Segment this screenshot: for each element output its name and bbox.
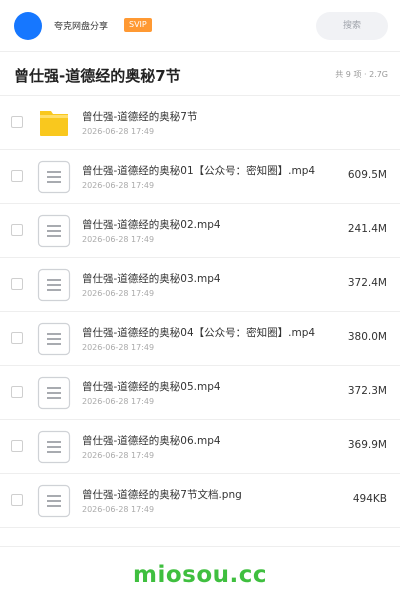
file-size: 609.5M bbox=[347, 169, 387, 181]
file-size: 369.9M bbox=[347, 439, 387, 451]
file-date: 2026-06-28 17:49 bbox=[82, 451, 155, 460]
top-bar: 夸克网盘分享 SVIP 搜索 bbox=[0, 0, 400, 52]
file-size: 380.0M bbox=[347, 331, 387, 343]
folder-meta: 共 9 项 · 2.7G bbox=[335, 70, 388, 79]
document-icon bbox=[37, 268, 71, 302]
list-item[interactable]: 曾仕强-道德经的奥秘05.mp4 2026-06-28 17:49 372.3M bbox=[0, 366, 400, 420]
document-icon bbox=[37, 376, 71, 410]
file-date: 2026-06-28 17:49 bbox=[82, 397, 155, 406]
file-size: 494KB bbox=[352, 493, 387, 505]
svip-badge: SVIP bbox=[124, 18, 152, 32]
file-name: 曾仕强-道德经的奥秘03.mp4 bbox=[82, 273, 221, 285]
avatar[interactable] bbox=[14, 12, 42, 40]
list-item[interactable]: 曾仕强-道德经的奥秘02.mp4 2026-06-28 17:49 241.4M bbox=[0, 204, 400, 258]
list-item[interactable]: 曾仕强-道德经的奥秘01【公众号：密知圈】.mp4 2026-06-28 17:… bbox=[0, 150, 400, 204]
checkbox[interactable] bbox=[11, 440, 23, 452]
footer-divider bbox=[0, 546, 400, 547]
file-date: 2026-06-28 17:49 bbox=[82, 289, 155, 298]
checkbox[interactable] bbox=[11, 224, 23, 236]
list-item[interactable]: 曾仕强-道德经的奥秘7节文档.png 2026-06-28 17:49 494K… bbox=[0, 474, 400, 528]
folder-header: 曾仕强-道德经的奥秘7节 共 9 项 · 2.7G bbox=[0, 52, 400, 96]
file-size: 241.4M bbox=[347, 223, 387, 235]
checkbox[interactable] bbox=[11, 278, 23, 290]
file-name: 曾仕强-道德经的奥秘7节文档.png bbox=[82, 489, 242, 501]
document-icon bbox=[37, 322, 71, 356]
document-icon bbox=[37, 214, 71, 248]
checkbox[interactable] bbox=[11, 332, 23, 344]
file-date: 2026-06-28 17:49 bbox=[82, 127, 155, 136]
file-date: 2026-06-28 17:49 bbox=[82, 505, 155, 514]
list-item[interactable]: 曾仕强-道德经的奥秘7节 2026-06-28 17:49 bbox=[0, 96, 400, 150]
file-name: 曾仕强-道德经的奥秘01【公众号：密知圈】.mp4 bbox=[82, 165, 316, 177]
file-date: 2026-06-28 17:49 bbox=[82, 235, 155, 244]
list-item[interactable]: 曾仕强-道德经的奥秘06.mp4 2026-06-28 17:49 369.9M bbox=[0, 420, 400, 474]
list-item[interactable]: 曾仕强-道德经的奥秘04【公众号：密知圈】.mp4 2026-06-28 17:… bbox=[0, 312, 400, 366]
list-item[interactable]: 曾仕强-道德经的奥秘03.mp4 2026-06-28 17:49 372.4M bbox=[0, 258, 400, 312]
file-name: 曾仕强-道德经的奥秘7节 bbox=[82, 111, 198, 123]
file-name: 曾仕强-道德经的奥秘04【公众号：密知圈】.mp4 bbox=[82, 327, 316, 339]
checkbox[interactable] bbox=[11, 386, 23, 398]
checkbox[interactable] bbox=[11, 116, 23, 128]
file-name: 曾仕强-道德经的奥秘06.mp4 bbox=[82, 435, 221, 447]
watermark: miosou.cc bbox=[132, 562, 268, 588]
app-title: 夸克网盘分享 bbox=[54, 22, 109, 32]
folder-icon bbox=[40, 111, 68, 136]
file-date: 2026-06-28 17:49 bbox=[82, 343, 155, 352]
document-icon bbox=[37, 430, 71, 464]
checkbox[interactable] bbox=[11, 170, 23, 182]
file-name: 曾仕强-道德经的奥秘05.mp4 bbox=[82, 381, 221, 393]
document-icon bbox=[37, 160, 71, 194]
file-list: 曾仕强-道德经的奥秘7节 2026-06-28 17:49 曾仕强-道德经的奥秘… bbox=[0, 96, 400, 528]
file-name: 曾仕强-道德经的奥秘02.mp4 bbox=[82, 219, 221, 231]
file-date: 2026-06-28 17:49 bbox=[82, 181, 155, 190]
document-icon bbox=[37, 484, 71, 518]
checkbox[interactable] bbox=[11, 494, 23, 506]
page-title: 曾仕强-道德经的奥秘7节 bbox=[14, 67, 181, 85]
file-size: 372.4M bbox=[347, 277, 387, 289]
file-size: 372.3M bbox=[347, 385, 387, 397]
search-button[interactable]: 搜索 bbox=[316, 12, 388, 40]
